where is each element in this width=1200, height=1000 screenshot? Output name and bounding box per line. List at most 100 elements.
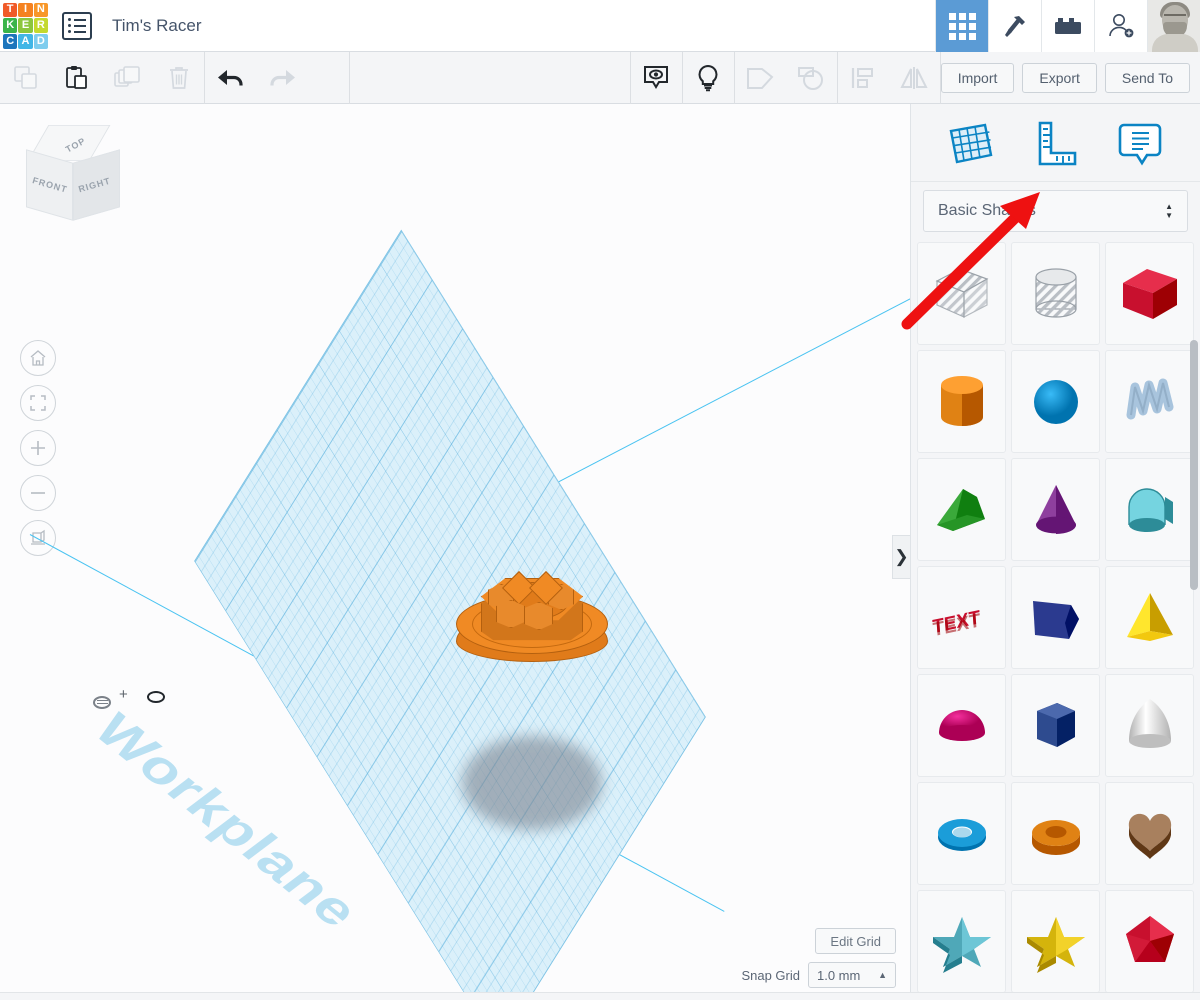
shape-thumbnail (1115, 799, 1185, 869)
tinker-tools-icon[interactable] (988, 0, 1041, 52)
blue-torus-shape[interactable] (917, 782, 1006, 885)
workplane-tool-icon[interactable] (943, 115, 999, 171)
ungroup-shapes-icon[interactable] (786, 52, 837, 104)
history-tools-group (205, 52, 307, 104)
yellow-star-shape[interactable] (1011, 890, 1100, 993)
teal-round-roof-shape[interactable] (1105, 458, 1194, 561)
tinkercad-logo[interactable]: TINKERCAD (0, 1, 50, 51)
logo-letter-k: K (3, 18, 18, 33)
send-to-button[interactable]: Send To (1104, 62, 1190, 93)
logo-letter-r: R (33, 18, 48, 33)
ruler-tool-icon[interactable] (1027, 115, 1083, 171)
spinner-arrows-icon: ▲ ▼ (1165, 201, 1173, 220)
blue-sphere-shape[interactable] (1011, 350, 1100, 453)
navy-polygon-shape[interactable] (1011, 566, 1100, 669)
green-wedge-shape[interactable] (917, 458, 1006, 561)
logo-letter-e: E (18, 18, 33, 33)
top-bar: TINKERCAD Tim's Racer (0, 0, 1200, 52)
logo-letter-c: C (3, 33, 18, 49)
blocks-brick-icon[interactable] (1041, 0, 1094, 52)
shape-thumbnail (1021, 799, 1091, 869)
snap-grid-select[interactable]: 1.0 mm ▲ (808, 962, 896, 988)
toolbar-divider (349, 51, 350, 104)
hole-box-shape[interactable] (917, 242, 1006, 345)
shape-library-select[interactable]: Basic Shapes ▲ ▼ (923, 190, 1188, 232)
invite-person-icon[interactable] (1094, 0, 1147, 52)
yellow-pyramid-shape[interactable] (1105, 566, 1194, 669)
edit-grid-button[interactable]: Edit Grid (815, 928, 896, 954)
snap-grid-label: Snap Grid (741, 967, 800, 983)
shape-grid: TEXT TEXT (911, 242, 1200, 1000)
caret-up-icon: ▲ (878, 970, 887, 980)
workplane-origin-marker[interactable]: + (93, 686, 165, 710)
orange-wheel-hub-model[interactable] (452, 570, 612, 690)
purple-cone-shape[interactable] (1011, 458, 1100, 561)
status-strip (0, 992, 1200, 1000)
shape-thumbnail (927, 367, 997, 437)
main-area: TOP FRONT RIGHT Workplane + Edit Grid Sn… (0, 104, 1200, 1000)
hole-cylinder-shape[interactable] (1011, 242, 1100, 345)
model-shadow (462, 736, 602, 830)
import-button[interactable]: Import (940, 62, 1015, 93)
collapse-panel-chevron-icon[interactable]: ❯ (892, 535, 910, 579)
logo-letter-d: D (33, 33, 48, 49)
teal-star-shape[interactable] (917, 890, 1006, 993)
align-icon[interactable] (838, 52, 889, 104)
shape-thumbnail (1021, 475, 1091, 545)
logo-letter-t: T (3, 2, 18, 18)
logo-letter-n: N (33, 2, 48, 18)
shape-thumbnail (927, 259, 997, 329)
group-shapes-icon[interactable] (735, 52, 786, 104)
shape-thumbnail (1115, 367, 1185, 437)
main-toolbar: Import Export Send To (0, 51, 1200, 104)
paste-icon[interactable] (51, 52, 102, 104)
shapes-panel: Basic Shapes ▲ ▼ TEXT TEXT (910, 104, 1200, 1000)
snap-grid-row: Snap Grid 1.0 mm ▲ (741, 962, 896, 988)
scribble-shape[interactable] (1105, 350, 1194, 453)
undo-arrow-icon[interactable] (205, 52, 256, 104)
mirror-flip-icon[interactable] (889, 52, 940, 104)
text-shape[interactable]: TEXT TEXT (917, 566, 1006, 669)
magenta-half-sphere-shape[interactable] (917, 674, 1006, 777)
shape-thumbnail (1115, 691, 1185, 761)
edit-tools-group (0, 52, 204, 104)
navy-hexagon-prism-shape[interactable] (1011, 674, 1100, 777)
redo-arrow-icon[interactable] (256, 52, 307, 104)
shape-thumbnail (1115, 907, 1185, 977)
copy-icon[interactable] (0, 52, 51, 104)
panel-tool-tabs (911, 104, 1200, 182)
shape-library-label: Basic Shapes (938, 202, 1036, 219)
lightbulb-icon[interactable] (683, 52, 734, 104)
export-button[interactable]: Export (1022, 62, 1097, 93)
shape-thumbnail (927, 799, 997, 869)
shape-thumbnail (1115, 259, 1185, 329)
shape-thumbnail (1021, 367, 1091, 437)
brown-heart-shape[interactable] (1105, 782, 1194, 885)
shape-thumbnail (1021, 691, 1091, 761)
red-polyhedron-shape[interactable] (1105, 890, 1194, 993)
shapes-panel-scrollbar[interactable] (1190, 340, 1198, 1000)
shape-thumbnail (1021, 259, 1091, 329)
shape-thumbnail (1021, 907, 1091, 977)
3d-canvas[interactable]: TOP FRONT RIGHT Workplane + Edit Grid Sn… (0, 104, 910, 1000)
document-list-icon[interactable] (62, 11, 92, 40)
shape-thumbnail (927, 907, 997, 977)
red-box-shape[interactable] (1105, 242, 1194, 345)
shape-thumbnail (1021, 583, 1091, 653)
note-tool-icon[interactable] (1112, 115, 1168, 171)
white-paraboloid-shape[interactable] (1105, 674, 1194, 777)
duplicate-icon[interactable] (102, 52, 153, 104)
top-right-nav (935, 0, 1200, 52)
shape-thumbnail (1115, 475, 1185, 545)
orange-tube-shape[interactable] (1011, 782, 1100, 885)
workplane-scene: Workplane + (0, 104, 910, 1000)
canvas-bottom-controls: Edit Grid Snap Grid 1.0 mm ▲ (741, 928, 896, 988)
page-title: Tim's Racer (112, 15, 202, 35)
apps-grid-icon[interactable] (935, 0, 988, 52)
delete-trash-icon[interactable] (153, 52, 204, 104)
orange-cylinder-shape[interactable] (917, 350, 1006, 453)
logo-letter-i: I (18, 2, 33, 18)
shape-thumbnail (927, 691, 997, 761)
visibility-eye-icon[interactable] (631, 52, 682, 104)
user-avatar[interactable] (1147, 0, 1200, 52)
